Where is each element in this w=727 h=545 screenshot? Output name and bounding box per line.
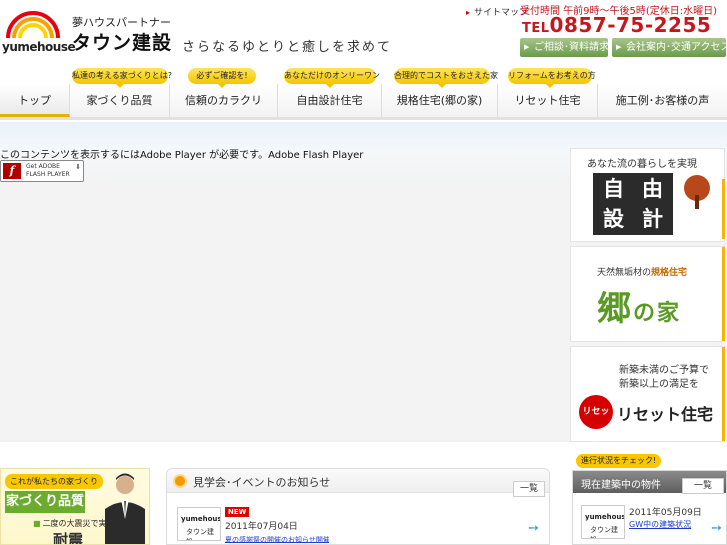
nav-item-standard-home[interactable]: 規格住宅(郷の家): [382, 84, 498, 117]
nav-badge-trust: 必ずご確認を!: [188, 68, 256, 88]
quality-subtitle: これが私たちの家づくり: [5, 474, 103, 489]
sato-home-banner[interactable]: 天然無垢材の規格住宅 郷の家: [570, 246, 725, 342]
global-nav: 私達の考える家づくりとは? 必ずご確認を! あなただけのオンリーワン 合理的でコ…: [0, 68, 727, 120]
reset-home-banner[interactable]: 新築未満のご予算で 新築以上の満足を リセット リセット住宅: [570, 346, 725, 451]
construction-box: 現在建築中の物件 一覧 yumehouse タウン建設 2011年05月09日 …: [572, 470, 727, 545]
free-design-stripe: [722, 179, 725, 239]
site-header: yumehouse 夢ハウスパートナー タウン建設 さらなるゆとりと癒しを求めて…: [0, 0, 727, 66]
free-design-char-3: 設: [603, 206, 624, 231]
orange-dot-icon: [173, 474, 187, 488]
arrow-right-icon-2[interactable]: ➙: [711, 521, 722, 536]
flash-button-line2: FLASH PLAYER: [26, 171, 70, 178]
free-design-char-1: 自: [603, 176, 624, 201]
construction-section: 進行状況をチェック! 現在建築中の物件 一覧 yumehouse タウン建設 2…: [572, 454, 727, 545]
flash-required-message: このコンテンツを表示するにはAdobe Player が必要です。Adobe F…: [0, 150, 364, 161]
logo-arc-icon: [6, 11, 60, 39]
company-name[interactable]: タウン建設: [72, 28, 172, 55]
construction-title: 現在建築中の物件: [581, 480, 661, 491]
sato-title-main: 郷: [597, 289, 633, 329]
construction-subtitle: 進行状況をチェック!: [576, 454, 662, 468]
reset-circle-badge: リセット: [579, 395, 613, 451]
quality-line-seismic: 耐震: [53, 531, 84, 545]
sato-stripe: [722, 247, 725, 341]
event-link[interactable]: 夏の感謝祭の開催のお知らせ開催のお知らせ: [225, 535, 329, 543]
logo-text: yumehouse: [2, 40, 76, 54]
free-design-char-4: 計: [642, 206, 663, 231]
events-title: 見学会･イベントのお知らせ: [193, 476, 331, 489]
nav-badge-standard: 合理的でコストをおさえた家: [394, 68, 498, 88]
events-header: 見学会･イベントのお知らせ: [167, 469, 549, 493]
flash-f-icon: f: [3, 163, 21, 179]
tel-prefix: TEL: [522, 21, 550, 36]
nav-item-free-design[interactable]: 自由設計住宅: [278, 84, 382, 117]
sato-caption-emphasis: 規格住宅: [651, 268, 688, 278]
free-design-char-2: 由: [642, 176, 663, 201]
event-date: 2011年07月04日: [225, 522, 298, 532]
tagline: さらなるゆとりと癒しを求めて: [182, 40, 393, 55]
phone-number: TEL0857-75-2255: [522, 13, 711, 37]
free-design-banner[interactable]: あなた流の暮らしを実現 自 由 設 計: [570, 148, 725, 242]
sato-home-caption: 天然無垢材の規格住宅: [597, 265, 687, 278]
sato-title-suffix: の家: [633, 300, 682, 326]
new-badge: NEW: [225, 507, 250, 517]
events-section: 見学会･イベントのお知らせ 一覧 yumehouse タウン建設 NEW 201…: [166, 468, 550, 545]
nav-badge-quality: 私達の考える家づくりとは?: [72, 68, 172, 88]
yumehouse-logo[interactable]: yumehouse: [2, 4, 76, 54]
thumb-logo-text-2: yumehouse: [585, 513, 624, 521]
person-photo-icon: [101, 469, 149, 544]
tel-value: 0857-75-2255: [549, 13, 712, 37]
nav-badge-free: あなただけのオンリーワン: [284, 68, 380, 88]
free-design-caption: あなた流の暮らしを実現: [587, 159, 697, 170]
construction-date: 2011年05月09日: [629, 508, 702, 518]
download-arrow-icon: ⬇: [75, 163, 81, 171]
reset-stripe: [722, 347, 725, 441]
sato-caption-pre: 天然無垢材の: [597, 268, 652, 278]
sato-home-title: 郷の家: [597, 281, 681, 330]
request-info-button[interactable]: ご相談･資料請求: [520, 38, 609, 57]
quality-banner[interactable]: これが私たちの家づくり 家づくり品質 二度の大震災で実証 耐震: [0, 468, 150, 545]
thumb-logo-text: yumehouse: [181, 515, 220, 523]
tree-icon: [677, 173, 717, 213]
flash-button-line1: Get ADOBE: [26, 163, 60, 170]
quality-title: 家づくり品質: [5, 491, 85, 513]
reset-home-title: リセット住宅: [617, 405, 714, 424]
construction-link[interactable]: GW中の建築状況: [629, 519, 691, 530]
company-access-button[interactable]: 会社案内･交通アクセス: [612, 38, 727, 57]
events-list-button[interactable]: 一覧: [513, 481, 545, 497]
get-flash-player-button[interactable]: f Get ADOBE FLASH PLAYER ⬇: [0, 160, 84, 182]
nav-item-reset-home[interactable]: リセット住宅: [498, 84, 598, 117]
thumb-company-text: タウン建設: [186, 528, 214, 540]
reset-caption-2: 新築以上の満足を: [619, 379, 699, 390]
nav-item-trust[interactable]: 信頼のカラクリ: [170, 84, 278, 117]
free-design-title: 自 由 設 計: [593, 173, 673, 235]
nav-item-works[interactable]: 施工例･お客様の声: [598, 84, 727, 117]
construction-thumbnail[interactable]: yumehouse タウン建設: [581, 505, 625, 539]
construction-list-button[interactable]: 一覧: [682, 478, 724, 494]
nav-item-quality[interactable]: 家づくり品質: [70, 84, 170, 117]
thumb-company-text-2: タウン建設: [590, 526, 618, 538]
event-thumbnail[interactable]: yumehouse タウン建設: [177, 507, 221, 541]
nav-badge-reset: リフォームをお考えの方: [508, 68, 596, 88]
nav-item-top[interactable]: トップ: [0, 84, 70, 117]
arrow-right-icon[interactable]: ➙: [528, 521, 539, 536]
sitemap-link[interactable]: サイトマップ: [466, 5, 528, 18]
reset-caption-1: 新築未満のご予算で: [619, 365, 709, 376]
